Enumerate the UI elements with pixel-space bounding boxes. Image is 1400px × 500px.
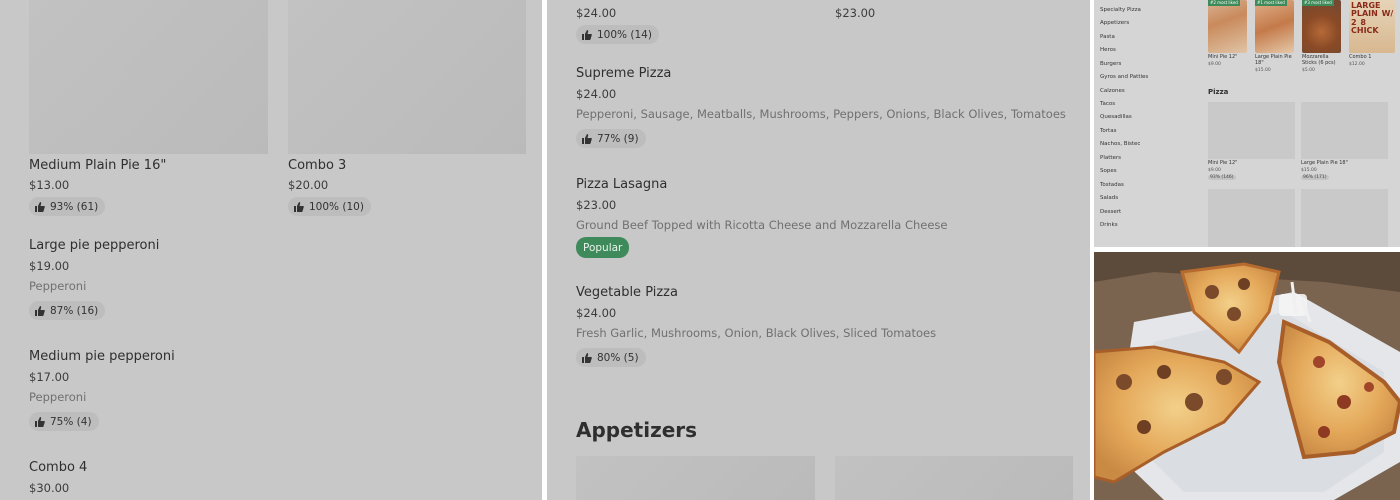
rating-badge: 75% (4) [29,412,99,431]
pizza-item-name[interactable]: Mini Pie 12" [1208,160,1237,167]
sidebar-category[interactable]: Dessert [1100,209,1121,215]
sidebar-category[interactable]: Appetizers [1100,20,1129,26]
thumbs-up-icon [294,201,304,212]
pizza-item-image[interactable] [1208,102,1295,159]
item-name[interactable]: Vegetable Pizza [576,285,678,300]
featured-name[interactable]: Combo 1 [1349,54,1371,61]
thumbs-up-icon [582,133,592,144]
item-price: $20.00 [288,178,329,192]
item-description: Pepperoni, Sausage, Meatballs, Mushrooms… [576,107,1066,121]
item-price: $13.00 [29,178,70,192]
most-liked-tag: #3 most liked [1302,0,1334,6]
sidebar-category[interactable]: Drinks [1100,222,1118,228]
sidebar-category[interactable]: Platters [1100,155,1121,161]
item-description: Fresh Garlic, Mushrooms, Onion, Black Ol… [576,326,937,340]
featured-name[interactable]: Mozzarella Sticks (6 pcs) [1302,54,1344,66]
item-price: $17.00 [29,370,70,384]
item-name[interactable]: Large pie pepperoni [29,238,159,253]
featured-price: $9.00 [1208,62,1221,67]
item-price: $23.00 [835,6,876,20]
pizza-photo-illustration [1094,252,1400,500]
featured-price: $12.00 [1349,62,1365,67]
sidebar-category[interactable]: Heros [1100,47,1116,53]
featured-name[interactable]: Large Plain Pie 18" [1255,54,1295,66]
item-price: $24.00 [576,6,617,20]
menu-panel-middle: $24.00 $23.00 100% (14) Supreme Pizza $2… [547,0,1090,500]
rating-text: 75% (4) [50,415,92,428]
rating-badge: 100% (10) [288,197,371,216]
featured-price: $15.00 [1255,68,1271,73]
featured-price: $5.00 [1302,68,1315,73]
sidebar-category[interactable]: Specialty Pizza [1100,7,1141,13]
item-price: $24.00 [576,306,617,320]
featured-image[interactable] [1302,0,1341,53]
item-description: Pepperoni [29,279,87,293]
thumbs-up-icon [35,305,45,316]
rating-badge: 100% (14) [576,25,659,44]
rating-text: 80% (5) [597,351,639,364]
item-name[interactable]: Medium pie pepperoni [29,349,175,364]
rating-text: 87% (16) [50,304,99,317]
rating-text: 100% (14) [597,28,652,41]
most-liked-tag: #1 most liked [1255,0,1287,6]
appetizer-image[interactable] [576,456,815,500]
thumbs-up-icon [35,201,45,212]
rating-text: 100% (10) [309,200,364,213]
sidebar-category[interactable]: Pasta [1100,34,1115,40]
pizza-item-image[interactable] [1301,102,1388,159]
featured-image[interactable] [1208,0,1247,53]
sidebar-category[interactable]: Tortas [1100,128,1116,134]
menu-overview-panel: Specialty Pizza Appetizers Pasta Heros Burge… [1094,0,1400,247]
section-heading-appetizers: Appetizers [576,418,698,442]
pizza-item-rating: 93% (146) [1208,175,1236,180]
pizza-item-image[interactable] [1301,189,1388,247]
pizza-item-image[interactable] [1208,189,1295,247]
featured-image[interactable] [1255,0,1294,53]
combo-banner-text: LARGE PLAIN W/ 2 8 CHICK [1351,1,1394,36]
sidebar-category[interactable]: Salads [1100,195,1118,201]
most-liked-tag: #2 most liked [1208,0,1240,6]
item-description: Pepperoni [29,390,87,404]
item-name[interactable]: Supreme Pizza [576,66,671,81]
featured-name[interactable]: Mini Pie 12" [1208,54,1237,61]
rating-badge: 80% (5) [576,348,646,367]
thumbs-up-icon [582,352,592,363]
sidebar-category[interactable]: Sopes [1100,168,1117,174]
sidebar-category[interactable]: Burgers [1100,61,1121,67]
item-image-combo-3[interactable] [288,0,526,154]
rating-badge: 87% (16) [29,301,106,320]
rating-text: 93% (61) [50,200,99,213]
item-name[interactable]: Medium Plain Pie 16" [29,158,166,173]
pizza-item-price: $15.00 [1301,168,1317,173]
item-name[interactable]: Combo 3 [288,158,346,173]
pizza-item-rating: 96% (171) [1301,175,1329,180]
rating-badge: 77% (9) [576,129,646,148]
sidebar-category[interactable]: Quesadillas [1100,114,1132,120]
section-heading-pizza: Pizza [1208,88,1229,96]
sidebar-category[interactable]: Tacos [1100,101,1115,107]
item-description: Ground Beef Topped with Ricotta Cheese a… [576,218,948,232]
item-name[interactable]: Pizza Lasagna [576,177,667,192]
item-price: $30.00 [29,481,70,495]
appetizer-image[interactable] [835,456,1073,500]
rating-badge: 93% (61) [29,197,106,216]
pizza-item-name[interactable]: Large Plain Pie 18" [1301,160,1348,167]
sidebar-category[interactable]: Gyros and Patties [1100,74,1148,80]
item-name[interactable]: Combo 4 [29,460,87,475]
menu-panel-left: Medium Plain Pie 16" $13.00 93% (61) Com… [0,0,542,500]
item-price: $23.00 [576,198,617,212]
item-image-medium-plain-pie[interactable] [29,0,268,154]
popular-badge: Popular [576,237,630,258]
sidebar-category[interactable]: Nachos, Bistec [1100,141,1140,147]
thumbs-up-icon [35,416,45,427]
pizza-item-price: $9.00 [1208,168,1221,173]
sidebar-category[interactable]: Calzones [1100,88,1125,94]
pizza-photo [1094,252,1400,500]
item-price: $24.00 [576,87,617,101]
sidebar-category[interactable]: Tostadas [1100,182,1124,188]
rating-text: 77% (9) [597,132,639,145]
item-price: $19.00 [29,259,70,273]
thumbs-up-icon [582,29,592,40]
